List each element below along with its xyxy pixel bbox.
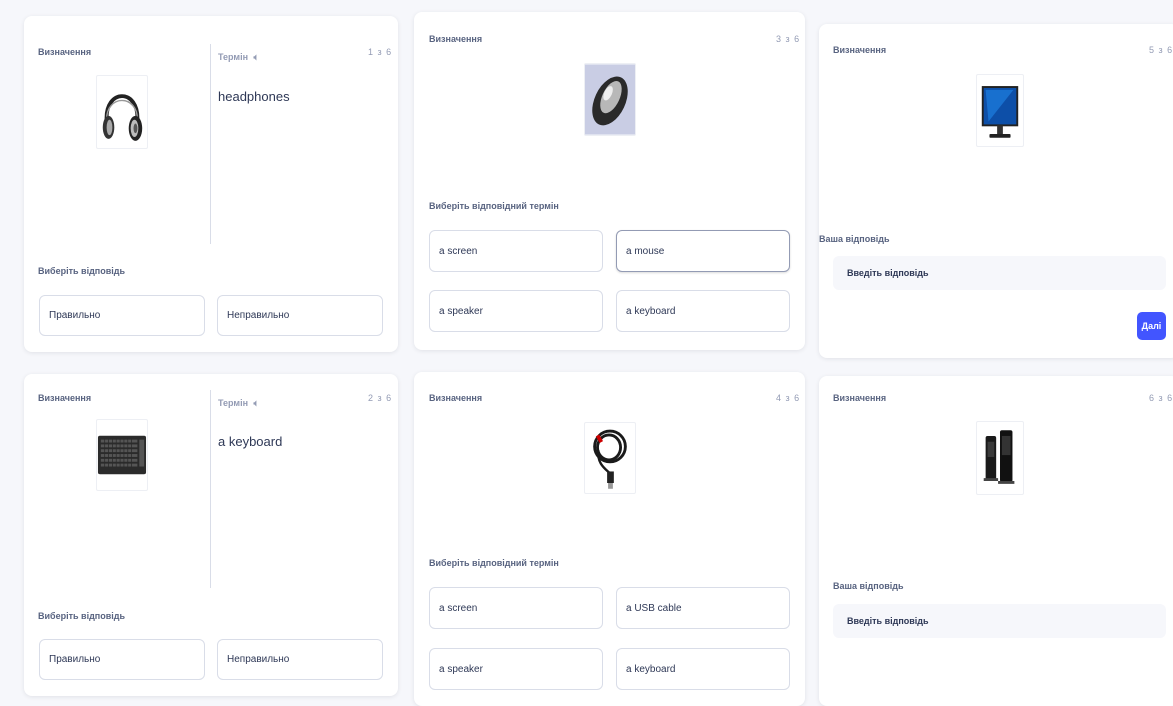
true-false-card-2: Визначення Термін 🔈︎ 2 з 6 a keyboard Ви… xyxy=(24,374,398,696)
card-counter: 6 з 6 xyxy=(1149,393,1173,403)
option-incorrect[interactable]: Неправильно xyxy=(217,295,383,336)
speaker-icon[interactable]: 🔈︎ xyxy=(254,52,259,62)
option-a-speaker[interactable]: a speaker xyxy=(429,290,603,332)
choose-term-label: Виберіть відповідний термін xyxy=(429,201,559,211)
headphones-image xyxy=(96,75,148,149)
multiple-choice-card-4: Визначення 4 з 6 Виберіть відповідний те… xyxy=(414,372,805,706)
your-answer-label: Ваша відповідь xyxy=(819,234,890,244)
option-incorrect[interactable]: Неправильно xyxy=(217,639,383,680)
definition-label: Визначення xyxy=(833,393,887,403)
choose-answer-label: Виберіть відповідь xyxy=(38,611,125,621)
card-counter: 5 з 6 xyxy=(1149,45,1173,55)
definition-label: Визначення xyxy=(38,393,92,403)
option-a-mouse[interactable]: a mouse xyxy=(616,230,790,272)
definition-label: Визначення xyxy=(38,47,92,57)
divider xyxy=(210,390,211,588)
speaker-icon[interactable]: 🔈︎ xyxy=(254,398,259,408)
card-counter: 4 з 6 xyxy=(776,393,801,403)
definition-label: Визначення xyxy=(429,393,483,403)
choose-answer-label: Виберіть відповідь xyxy=(38,266,125,276)
usb-cable-image xyxy=(584,422,636,494)
option-a-screen[interactable]: a screen xyxy=(429,230,603,272)
definition-label: Визначення xyxy=(833,45,887,55)
option-a-usb-cable[interactable]: a USB cable xyxy=(616,587,790,629)
next-button[interactable]: Далі xyxy=(1137,312,1166,340)
term-label: Термін 🔈︎ xyxy=(218,398,259,408)
definition-label: Визначення xyxy=(429,34,483,44)
divider xyxy=(210,44,211,244)
term-text: headphones xyxy=(218,89,290,104)
option-a-speaker[interactable]: a speaker xyxy=(429,648,603,690)
option-a-keyboard[interactable]: a keyboard xyxy=(616,290,790,332)
speakers-image xyxy=(976,421,1024,495)
multiple-choice-card-3: Визначення 3 з 6 Виберіть відповідний те… xyxy=(414,12,805,350)
answer-input[interactable]: Введіть відповідь xyxy=(833,604,1166,638)
card-counter: 3 з 6 xyxy=(776,34,801,44)
answer-input[interactable]: Введіть відповідь xyxy=(833,256,1166,290)
option-correct[interactable]: Правильно xyxy=(39,639,205,680)
term-text: a keyboard xyxy=(218,434,283,449)
written-answer-card-6: Визначення 6 з 6 Ваша відповідь Введіть … xyxy=(819,376,1173,706)
term-label: Термін 🔈︎ xyxy=(218,52,259,62)
true-false-card-1: Визначення Термін 🔈︎ 1 з 6 headphones Ви… xyxy=(24,16,398,352)
option-a-keyboard[interactable]: a keyboard xyxy=(616,648,790,690)
your-answer-label: Ваша відповідь xyxy=(833,581,904,591)
choose-term-label: Виберіть відповідний термін xyxy=(429,558,559,568)
option-correct[interactable]: Правильно xyxy=(39,295,205,336)
card-counter: 1 з 6 xyxy=(368,47,393,57)
option-a-screen[interactable]: a screen xyxy=(429,587,603,629)
mouse-image xyxy=(584,63,636,136)
keyboard-image xyxy=(96,419,148,491)
monitor-image xyxy=(976,74,1024,147)
card-counter: 2 з 6 xyxy=(368,393,393,403)
written-answer-card-5: Визначення 5 з 6 Ваша відповідь Введіть … xyxy=(819,24,1173,358)
